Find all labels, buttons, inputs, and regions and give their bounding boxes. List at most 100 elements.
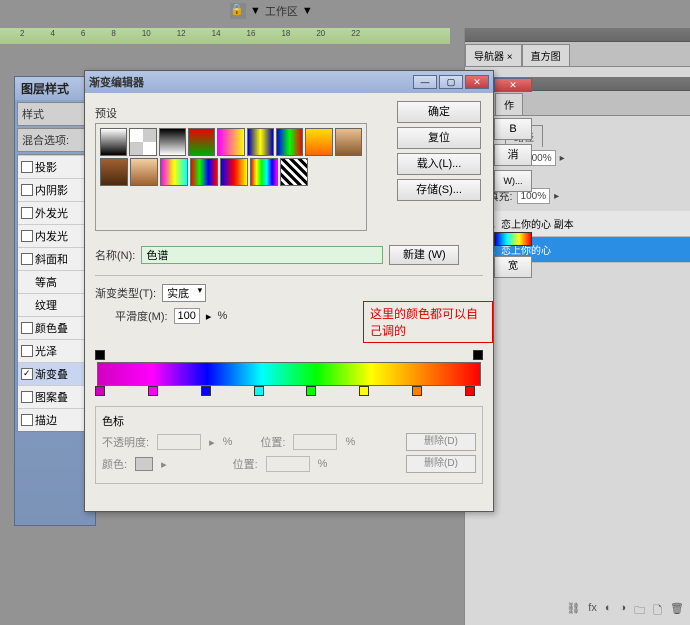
save-button[interactable]: 存储(S)... bbox=[397, 179, 481, 201]
blend-header[interactable]: 混合选项: bbox=[17, 128, 93, 152]
preset-swatch[interactable] bbox=[217, 128, 244, 156]
color-stop[interactable] bbox=[306, 386, 316, 398]
opacity-stop[interactable] bbox=[95, 350, 105, 362]
style-item-texture[interactable]: 纹理 bbox=[18, 293, 92, 316]
ok-button[interactable]: 确定 bbox=[397, 101, 481, 123]
mask-icon[interactable]: ◐ bbox=[605, 602, 612, 621]
style-item-shadow[interactable]: 投影 bbox=[18, 155, 92, 178]
chevron-right-icon[interactable]: ▸ bbox=[554, 191, 559, 202]
style-item-inner-glow[interactable]: 内发光 bbox=[18, 224, 92, 247]
preset-swatch[interactable] bbox=[130, 158, 158, 186]
link-icon[interactable]: ⛓ bbox=[566, 602, 580, 621]
tab-navigator[interactable]: 导航器 × bbox=[465, 44, 522, 66]
checkbox[interactable] bbox=[21, 368, 33, 380]
preset-swatch[interactable] bbox=[159, 128, 186, 156]
style-item-pattern-overlay[interactable]: 图案叠 bbox=[18, 385, 92, 408]
load-button[interactable]: 载入(L)... bbox=[397, 153, 481, 175]
chevron-right-icon: ▸ bbox=[209, 436, 215, 449]
preset-swatch[interactable] bbox=[280, 158, 308, 186]
preset-swatch[interactable] bbox=[220, 158, 248, 186]
minimize-button[interactable]: — bbox=[413, 75, 437, 89]
color-swatch[interactable] bbox=[135, 457, 153, 471]
type-select[interactable]: 实底 bbox=[162, 284, 206, 302]
panel-grip[interactable] bbox=[465, 28, 690, 42]
style-label: 图案叠 bbox=[35, 389, 68, 405]
checkbox[interactable] bbox=[21, 161, 33, 173]
folder-icon[interactable]: 🗀 bbox=[634, 602, 645, 621]
gradient-bar[interactable] bbox=[97, 362, 481, 386]
color-stop[interactable] bbox=[465, 386, 475, 398]
titlebar[interactable]: 渐变编辑器 — ▢ ✕ bbox=[85, 71, 493, 93]
style-item-contour[interactable]: 等高 bbox=[18, 270, 92, 293]
color-stop[interactable] bbox=[95, 386, 105, 398]
preset-swatch[interactable] bbox=[100, 128, 127, 156]
dropdown-arrow[interactable]: ▼ bbox=[250, 5, 261, 17]
preset-swatch[interactable] bbox=[247, 128, 274, 156]
color-stop[interactable] bbox=[254, 386, 264, 398]
opacity-stop[interactable] bbox=[473, 350, 483, 362]
preset-swatch[interactable] bbox=[100, 158, 128, 186]
color-stop[interactable] bbox=[201, 386, 211, 398]
dropdown-arrow[interactable]: ▼ bbox=[302, 5, 313, 17]
style-item-stroke[interactable]: 描边 bbox=[18, 408, 92, 431]
style-item-inner-shadow[interactable]: 内阴影 bbox=[18, 178, 92, 201]
ruler-mark: 14 bbox=[212, 29, 221, 45]
gradient-preview[interactable] bbox=[494, 232, 532, 246]
checkbox[interactable] bbox=[21, 253, 33, 265]
reset-button[interactable]: 复位 bbox=[397, 127, 481, 149]
preset-swatch[interactable] bbox=[335, 128, 362, 156]
ruler: 2 4 6 8 10 12 14 16 18 20 22 bbox=[0, 28, 450, 44]
trash-icon[interactable]: 🗑 bbox=[670, 602, 684, 621]
preset-swatch[interactable] bbox=[250, 158, 278, 186]
new-icon[interactable]: 🗋 bbox=[653, 602, 662, 621]
adjust-icon[interactable]: ◑ bbox=[620, 602, 627, 621]
delete-button[interactable]: 删除(D) bbox=[406, 433, 476, 451]
preset-swatch[interactable] bbox=[305, 128, 332, 156]
style-label: 外发光 bbox=[35, 205, 68, 221]
preset-swatch[interactable] bbox=[190, 158, 218, 186]
checkbox[interactable] bbox=[21, 414, 33, 426]
workspace-label[interactable]: 工作区 bbox=[265, 3, 298, 19]
opacity-stop-label: 不透明度: bbox=[102, 434, 149, 450]
chevron-right-icon[interactable]: ▸ bbox=[206, 310, 212, 323]
checkbox[interactable] bbox=[21, 391, 33, 403]
new-button[interactable]: 新建 (W) bbox=[389, 245, 459, 265]
close-button[interactable]: ✕ bbox=[494, 78, 532, 92]
preset-swatch[interactable] bbox=[188, 128, 215, 156]
style-item-satin[interactable]: 光泽 bbox=[18, 339, 92, 362]
close-button[interactable]: ✕ bbox=[465, 75, 489, 89]
position-input[interactable] bbox=[266, 456, 310, 472]
chevron-right-icon[interactable]: ▸ bbox=[560, 153, 565, 164]
preset-swatch[interactable] bbox=[160, 158, 188, 186]
fx-icon[interactable]: fx bbox=[588, 602, 597, 621]
partial-btn[interactable]: B bbox=[494, 118, 532, 140]
style-label: 内发光 bbox=[35, 228, 68, 244]
tab-histogram[interactable]: 直方图 bbox=[522, 44, 570, 66]
styles-header[interactable]: 样式 bbox=[17, 102, 93, 126]
partial-w-btn[interactable]: W)... bbox=[494, 170, 532, 192]
position-input[interactable] bbox=[293, 434, 337, 450]
opacity-stop-input[interactable] bbox=[157, 434, 201, 450]
checkbox[interactable] bbox=[21, 230, 33, 242]
smooth-input[interactable]: 100 bbox=[174, 308, 200, 324]
checkbox[interactable] bbox=[21, 184, 33, 196]
checkbox[interactable] bbox=[21, 345, 33, 357]
stroke-partial[interactable]: 宽 bbox=[494, 256, 532, 278]
style-label: 投影 bbox=[35, 159, 57, 175]
maximize-button[interactable]: ▢ bbox=[439, 75, 463, 89]
color-stop[interactable] bbox=[148, 386, 158, 398]
checkbox[interactable] bbox=[21, 322, 33, 334]
style-item-color-overlay[interactable]: 颜色叠 bbox=[18, 316, 92, 339]
style-item-gradient-overlay[interactable]: 渐变叠 bbox=[18, 362, 92, 385]
percent-label: % bbox=[217, 310, 227, 322]
preset-swatch[interactable] bbox=[129, 128, 156, 156]
delete-button[interactable]: 删除(D) bbox=[406, 455, 476, 473]
preset-swatch[interactable] bbox=[276, 128, 303, 156]
color-stop[interactable] bbox=[359, 386, 369, 398]
color-stop[interactable] bbox=[412, 386, 422, 398]
name-input[interactable] bbox=[141, 246, 383, 264]
style-item-outer-glow[interactable]: 外发光 bbox=[18, 201, 92, 224]
checkbox[interactable] bbox=[21, 207, 33, 219]
style-item-bevel[interactable]: 斜面和 bbox=[18, 247, 92, 270]
cancel-partial-btn[interactable]: 消 bbox=[494, 144, 532, 166]
